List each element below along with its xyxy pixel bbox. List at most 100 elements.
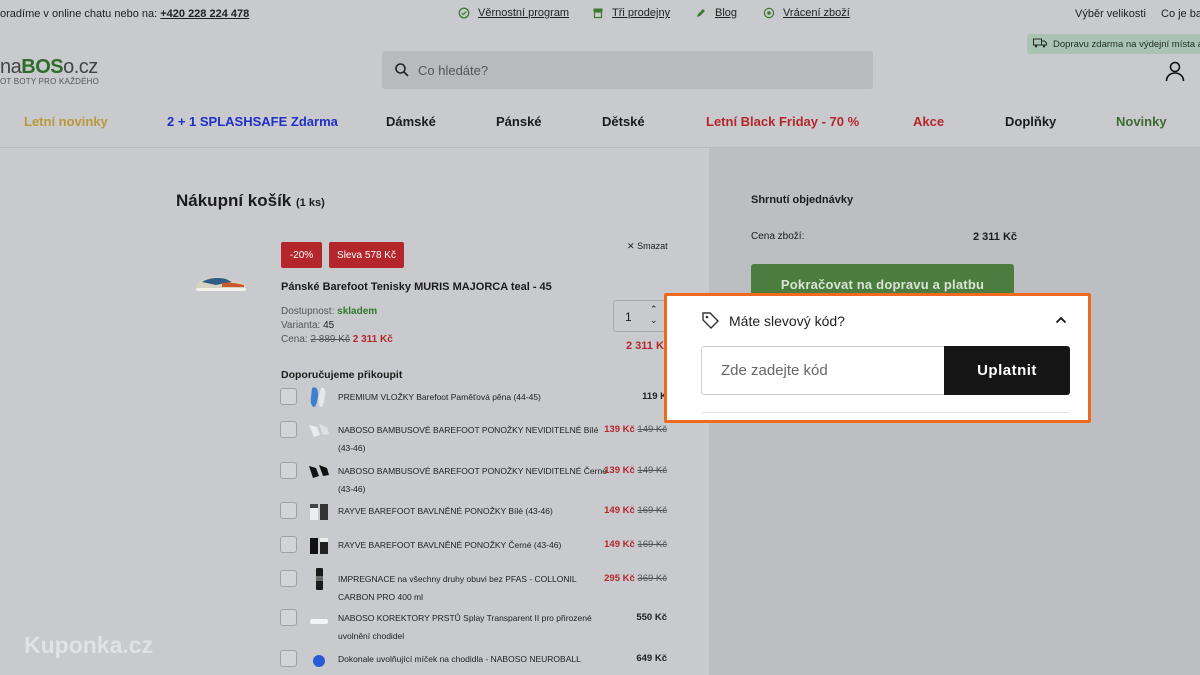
coupon-code-input[interactable] [701, 346, 945, 395]
recommendation-checkbox[interactable] [280, 650, 297, 667]
apply-coupon-button[interactable]: Uplatnit [944, 346, 1070, 395]
recommendation-image[interactable] [306, 384, 332, 410]
chevron-up-icon[interactable]: ⌃ [650, 304, 658, 315]
recommendation-row: Dokonale uvolňující míček na chodidla - … [280, 650, 670, 675]
recommendation-price: 295 Kč 369 Kč [604, 573, 667, 584]
top-bar: oradíme v online chatu nebo na: +420 228… [0, 0, 1200, 28]
recommendation-checkbox[interactable] [280, 609, 297, 626]
recommendation-price: 139 Kč 149 Kč [604, 424, 667, 435]
recommendation-image[interactable] [306, 646, 332, 672]
delete-item-button[interactable]: ✕ Smazat [627, 241, 668, 252]
recommendation-row: IMPREGNACE na všechny druhy obuvi bez PF… [280, 568, 670, 602]
recommendation-row: PREMIUM VLOŽKY Barefoot Paměťová pěna (4… [280, 387, 670, 418]
recommendation-name[interactable]: NABOSO BAMBUSOVÉ BAREFOOT PONOŽKY NEVIDI… [338, 421, 608, 457]
recommendation-checkbox[interactable] [280, 502, 297, 519]
cart-count: (1 ks) [296, 197, 325, 209]
nav-item-splashsafe[interactable]: 2 + 1 SPLASHSAFE Zdarma [167, 114, 338, 129]
quantity-value: 1 [625, 310, 632, 324]
recommendation-checkbox[interactable] [280, 421, 297, 438]
recommendation-row: RAYVE BAREFOOT BAVLNĚNÉ PONOŽKY Bílé (43… [280, 502, 670, 532]
recommendation-name[interactable]: RAYVE BAREFOOT BAVLNĚNÉ PONOŽKY Černé (4… [338, 536, 608, 554]
nav-item-letni-novinky[interactable]: Letní novinky [24, 114, 108, 129]
variant: Varianta: 45 [281, 320, 335, 331]
return-icon [763, 7, 775, 19]
nav-item-panske[interactable]: Pánské [496, 114, 542, 129]
recommendation-image[interactable] [306, 532, 332, 558]
discount-badge: -20% [281, 242, 322, 268]
recommendation-row: NABOSO BAMBUSOVÉ BAREFOOT PONOŽKY NEVIDI… [280, 421, 670, 453]
recommendation-checkbox[interactable] [280, 570, 297, 587]
recommendation-price: 550 Kč [636, 612, 667, 623]
main-nav: Letní novinky 2 + 1 SPLASHSAFE Zdarma Dá… [0, 108, 1200, 136]
top-link-loyalty[interactable]: Věrnostní program [458, 7, 569, 19]
coupon-panel: Máte slevový kód? Uplatnit [664, 293, 1091, 423]
contact-info: oradíme v online chatu nebo na: +420 228… [0, 8, 249, 20]
nav-item-detske[interactable]: Dětské [602, 114, 645, 129]
goods-price-label: Cena zboží: [751, 231, 805, 242]
recommendation-price: 649 Kč [636, 653, 667, 664]
nav-item-doplnky[interactable]: Doplňky [1005, 114, 1056, 129]
divider [701, 412, 1070, 413]
recommendation-name[interactable]: Dokonale uvolňující míček na chodidla - … [338, 650, 608, 668]
search-bar[interactable] [382, 51, 873, 89]
goods-price-value: 2 311 Kč [973, 231, 1018, 243]
top-link-returns[interactable]: Vrácení zboží [763, 7, 850, 19]
promo-text: Dopravu zdarma na výdejní místa a d [1053, 38, 1200, 50]
top-link-blog[interactable]: Blog [695, 7, 737, 19]
recommendation-price: 149 Kč 169 Kč [604, 539, 667, 550]
recommendation-image[interactable] [306, 498, 332, 524]
recommendation-image[interactable] [306, 605, 332, 631]
nav-item-novinky[interactable]: Novinky [1116, 114, 1167, 129]
unit-price: Cena: 2 889 Kč 2 311 Kč [281, 334, 393, 345]
search-input[interactable] [418, 62, 838, 78]
truck-icon [1033, 38, 1047, 51]
close-icon: ✕ [627, 241, 635, 251]
nav-item-damske[interactable]: Dámské [386, 114, 436, 129]
pencil-icon [695, 7, 707, 19]
summary-title: Shrnutí objednávky [751, 194, 854, 206]
recommendation-name[interactable]: NABOSO KOREKTORY PRSTŮ Splay Transparent… [338, 609, 608, 645]
cart-title: Nákupní košík (1 ks) [176, 191, 325, 210]
recommendation-checkbox[interactable] [280, 388, 297, 405]
product-name[interactable]: Pánské Barefoot Tenisky MURIS MAJORCA te… [281, 281, 552, 293]
chevron-up-icon[interactable] [1054, 313, 1068, 327]
savings-badge: Sleva 578 Kč [329, 242, 404, 268]
contact-text: oradíme v online chatu nebo na: [0, 8, 158, 20]
phone-link[interactable]: +420 228 224 478 [160, 8, 249, 20]
watermark: Kuponka.cz [24, 632, 154, 658]
chevron-down-icon[interactable]: ⌄ [650, 315, 658, 326]
tag-icon [701, 311, 721, 329]
recommendations-title: Doporučujeme přikoupit [281, 369, 403, 381]
recommendation-row: NABOSO KOREKTORY PRSTŮ Splay Transparent… [280, 609, 670, 641]
recommendation-price: 139 Kč 149 Kč [604, 465, 667, 476]
site-logo[interactable]: naBOSo.cz OT BOTY PRO KAŽDÉHO [0, 56, 99, 86]
quantity-stepper[interactable]: 1 ⌃ ⌄ [613, 300, 667, 332]
recommendation-checkbox[interactable] [280, 536, 297, 553]
user-account-icon[interactable] [1164, 60, 1186, 82]
top-link-stores[interactable]: Tři prodejny [592, 7, 670, 19]
recommendation-name[interactable]: NABOSO BAMBUSOVÉ BAREFOOT PONOŽKY NEVIDI… [338, 462, 608, 498]
loyalty-icon [458, 7, 470, 19]
recommendation-price: 149 Kč 169 Kč [604, 505, 667, 516]
recommendation-image[interactable] [306, 566, 332, 592]
recommendation-image[interactable] [306, 417, 332, 443]
recommendation-row: RAYVE BAREFOOT BAVLNĚNÉ PONOŽKY Černé (4… [280, 536, 670, 566]
recommendation-checkbox[interactable] [280, 462, 297, 479]
size-guide-link[interactable]: Výběr velikosti [1075, 8, 1146, 20]
recommendation-name[interactable]: PREMIUM VLOŽKY Barefoot Paměťová pěna (4… [338, 388, 608, 406]
store-icon [592, 7, 604, 19]
recommendation-row: NABOSO BAMBUSOVÉ BAREFOOT PONOŽKY NEVIDI… [280, 462, 670, 494]
recommendation-name[interactable]: RAYVE BAREFOOT BAVLNĚNÉ PONOŽKY Bílé (43… [338, 502, 608, 520]
availability: Dostupnost: skladem [281, 306, 378, 317]
about-link[interactable]: Co je bar [1161, 8, 1200, 20]
logo-tagline: OT BOTY PRO KAŽDÉHO [0, 77, 100, 86]
recommendation-name[interactable]: IMPREGNACE na všechny druhy obuvi bez PF… [338, 570, 608, 606]
recommendation-image[interactable] [306, 458, 332, 484]
search-icon [394, 62, 410, 78]
free-shipping-banner: Dopravu zdarma na výdejní místa a d [1027, 34, 1200, 54]
logo-text: naBOSo.cz [0, 56, 98, 78]
nav-item-akce[interactable]: Akce [913, 114, 944, 129]
nav-item-black-friday[interactable]: Letní Black Friday - 70 % [706, 114, 859, 129]
coupon-title[interactable]: Máte slevový kód? [729, 313, 845, 329]
product-image[interactable] [192, 268, 248, 296]
